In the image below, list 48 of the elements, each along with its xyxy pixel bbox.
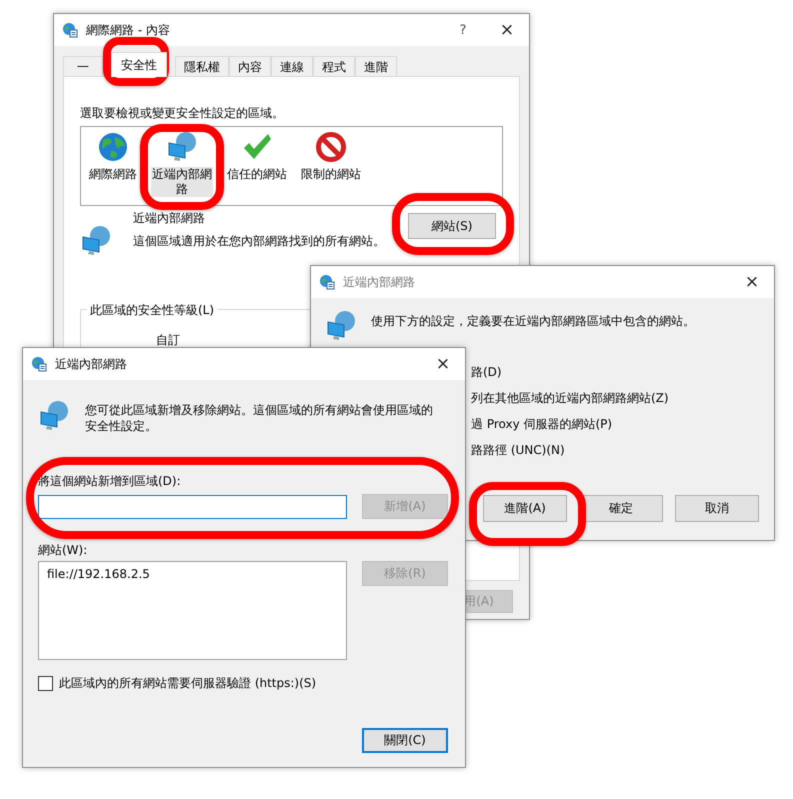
tab[interactable]: 進階	[355, 56, 397, 78]
close-button[interactable]: ×	[485, 15, 529, 45]
website-item[interactable]: file://192.168.2.5	[47, 567, 150, 582]
checkbox[interactable]	[38, 676, 53, 691]
tab[interactable]: 程式	[313, 56, 355, 78]
no-entry-icon	[315, 131, 347, 163]
website-input-field[interactable]	[38, 494, 347, 518]
tab[interactable]: 連線	[271, 56, 313, 78]
close-button[interactable]: ×	[730, 267, 774, 297]
globe-document-icon	[62, 22, 78, 38]
option-label: 過 Proxy 伺服器的網站(P)	[471, 416, 614, 433]
zone-item[interactable]: 限制的網站	[301, 131, 361, 182]
zone-prompt: 選取要檢視或變更安全性設定的區域。	[80, 105, 285, 121]
checkbox-label: 此區域內的所有網站需要伺服器驗證 (https:)(S)	[59, 675, 316, 692]
window-title: 近端內部網路	[343, 274, 415, 290]
window-title: 網際網路 - 內容	[86, 22, 170, 38]
computer-globe-icon	[38, 400, 70, 432]
option-label: 路(D)	[471, 364, 503, 381]
group-label: 此區域的安全性等級(L)	[87, 302, 218, 319]
globe-document-icon	[31, 356, 47, 372]
dialog-button[interactable]: 取消	[675, 495, 759, 522]
zone-description: 這個區域適用於在您內部網路找到的所有網站。	[133, 234, 386, 249]
dialog-description: 您可從此區域新增及移除網站。這個區域的所有網站會使用區域的安全性設定。	[85, 402, 434, 434]
window-title: 近端內部網路	[55, 356, 127, 372]
tab[interactable]: 內容	[229, 56, 271, 78]
list-label: 網站(W):	[38, 543, 88, 558]
zone-title: 近端內部網路	[133, 211, 206, 226]
tab[interactable]: 一	[63, 56, 103, 78]
level-name: 自訂	[156, 332, 181, 349]
zone-item[interactable]: 網際網路	[89, 131, 137, 182]
zone-item[interactable]: 信任的網站	[227, 131, 287, 182]
globe-document-icon	[319, 274, 335, 290]
close-dialog-button[interactable]: 關閉(C)	[362, 728, 448, 753]
option-label: 列在其他區域的近端內部網路網站(Z)	[471, 390, 670, 407]
computer-globe-icon	[80, 225, 112, 257]
computer-globe-icon	[166, 131, 198, 163]
computer-globe-icon	[325, 310, 357, 342]
tab[interactable]: 隱私權	[175, 56, 229, 78]
tab[interactable]: 安全性	[111, 52, 167, 77]
dialog-button[interactable]: 進階(A)	[483, 495, 567, 522]
help-button[interactable]: ?	[441, 15, 485, 45]
close-button[interactable]: ×	[421, 349, 465, 379]
option-label: 路路徑 (UNC)(N)	[471, 442, 566, 459]
sites-button[interactable]: 網站(S)	[408, 213, 496, 239]
globe-icon	[97, 131, 129, 163]
highlight-ring	[103, 37, 169, 86]
dialog-description: 使用下方的設定，定義要在近端內部網路區域中包含的網站。	[371, 313, 695, 330]
zone-item[interactable]: 近端內部網路	[151, 131, 213, 197]
